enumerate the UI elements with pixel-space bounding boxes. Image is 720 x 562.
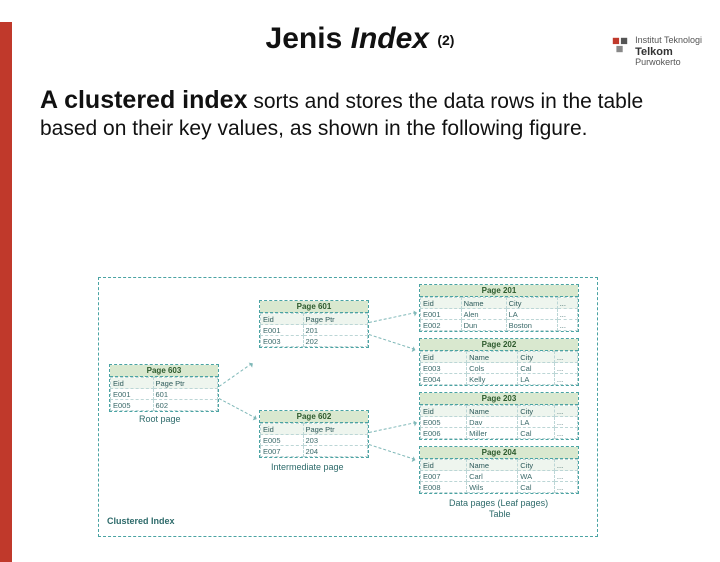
data-page-202: Page 202 EidNameCity... E003ColsCal... E…: [419, 338, 579, 386]
data-page-204: Page 204 EidNameCity... E007CarlWA... E0…: [419, 446, 579, 494]
inter-page-602: Page 602 EidPage Ptr E005203 E007204: [259, 410, 369, 458]
data-page-201: Page 201 EidNameCity... E001AlenLA... E0…: [419, 284, 579, 332]
clustered-index-diagram: Page 603 EidPage Ptr E001601 E005602 Roo…: [98, 277, 598, 537]
inter-page-601: Page 601 EidPage Ptr E001201 E003202: [259, 300, 369, 348]
arrow-icon: [219, 363, 252, 387]
data-page-203: Page 203 EidNameCity... E005DavLA... E00…: [419, 392, 579, 440]
arrow-icon: [369, 312, 416, 323]
logo-mark-icon: [611, 36, 629, 54]
arrow-icon: [219, 398, 257, 419]
table-label: Table: [489, 509, 511, 519]
brand-logo: Institut Teknologi Telkom Purwokerto: [611, 36, 702, 68]
title-word2: Index: [351, 22, 429, 55]
data-pages-label: Data pages (Leaf pages): [449, 498, 548, 508]
arrow-icon: [369, 334, 415, 350]
accent-bar: [0, 22, 12, 562]
clustered-label: Clustered Index: [107, 516, 175, 526]
arrow-icon: [369, 422, 416, 433]
root-label: Root page: [139, 414, 181, 424]
root-page-box: Page 603 EidPage Ptr E001601 E005602: [109, 364, 219, 412]
logo-line1: Institut Teknologi: [635, 36, 702, 46]
title-suffix: (2): [437, 32, 454, 48]
root-page-title: Page 603: [110, 365, 218, 377]
title-word1: Jenis: [266, 22, 343, 55]
intermediate-label: Intermediate page: [271, 462, 344, 472]
body-paragraph: A clustered index sorts and stores the d…: [40, 84, 680, 143]
arrow-icon: [369, 444, 415, 460]
body-lead: A clustered index: [40, 86, 247, 114]
logo-line2: Purwokerto: [635, 58, 702, 68]
root-page-table: EidPage Ptr E001601 E005602: [110, 377, 218, 411]
